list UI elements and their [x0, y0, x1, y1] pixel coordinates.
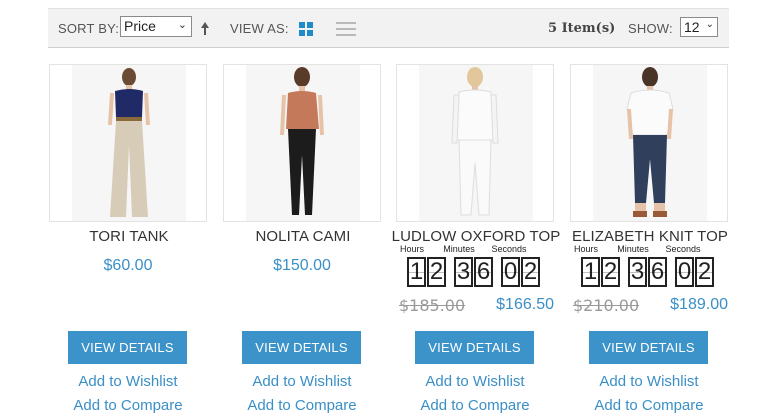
countdown-digit: 2 — [601, 257, 620, 287]
show-label: SHOW: — [628, 21, 673, 36]
special-price: $166.50 — [496, 296, 554, 313]
countdown-seconds-label: Seconds — [665, 244, 701, 254]
countdown-digit: 2 — [427, 257, 446, 287]
product-card-nolita-cami: NOLITA CAMI $150.00 VIEW DETAILS Add to … — [223, 64, 383, 414]
sort-by-select[interactable]: Price ⌄ — [120, 16, 192, 37]
show-limit-value: 12 — [684, 19, 700, 35]
countdown-hours-label: Hours — [399, 244, 424, 254]
countdown-digit: 0 — [675, 257, 694, 287]
countdown-minutes-label: Minutes — [443, 244, 475, 254]
toolbar: SORT BY: Price ⌄ VIEW AS: 5 Item(s) SHOW… — [48, 8, 729, 48]
countdown-timer: Hours Minutes Seconds 1 2 3 6 0 2 — [400, 244, 554, 287]
chevron-down-icon: ⌄ — [177, 19, 187, 31]
sort-by-label: SORT BY: — [58, 21, 120, 36]
chevron-down-icon: ⌄ — [705, 19, 714, 30]
view-as-label: VIEW AS: — [230, 21, 289, 36]
view-details-button[interactable]: VIEW DETAILS — [589, 331, 708, 364]
item-count: 5 Item(s) — [548, 21, 616, 36]
product-card-elizabeth-knit-top: ELIZABETH KNIT TOP Hours Minutes Seconds… — [570, 64, 730, 414]
view-details-button[interactable]: VIEW DETAILS — [415, 331, 534, 364]
countdown-digit: 1 — [581, 257, 600, 287]
add-to-compare-link[interactable]: Add to Compare — [39, 397, 217, 414]
countdown-digit: 3 — [454, 257, 473, 287]
product-image[interactable] — [396, 64, 554, 222]
countdown-digit: 2 — [521, 257, 540, 287]
add-to-wishlist-link[interactable]: Add to Wishlist — [39, 373, 217, 390]
product-price: $60.00 — [103, 257, 153, 274]
grid-icon[interactable] — [299, 22, 313, 36]
product-name[interactable]: ELIZABETH KNIT TOP — [560, 228, 740, 245]
countdown-digit: 2 — [695, 257, 714, 287]
add-to-compare-link[interactable]: Add to Compare — [386, 397, 564, 414]
product-image[interactable] — [223, 64, 381, 222]
sort-by-value: Price — [124, 18, 156, 34]
product-card-tori-tank: TORI TANK $60.00 VIEW DETAILS Add to Wis… — [49, 64, 209, 414]
add-to-compare-link[interactable]: Add to Compare — [560, 397, 738, 414]
product-name[interactable]: LUDLOW OXFORD TOP — [386, 228, 566, 245]
arrow-up-icon[interactable] — [200, 20, 210, 36]
countdown-timer: Hours Minutes Seconds 1 2 3 6 0 2 — [574, 244, 728, 287]
add-to-wishlist-link[interactable]: Add to Wishlist — [560, 373, 738, 390]
product-name[interactable]: NOLITA CAMI — [213, 228, 393, 245]
product-card-ludlow-oxford-top: LUDLOW OXFORD TOP Hours Minutes Seconds … — [392, 64, 560, 414]
old-price: $185.00 — [399, 296, 466, 315]
product-name[interactable]: TORI TANK — [39, 228, 219, 245]
add-to-wishlist-link[interactable]: Add to Wishlist — [213, 373, 391, 390]
view-details-button[interactable]: VIEW DETAILS — [242, 331, 361, 364]
countdown-seconds-label: Seconds — [491, 244, 527, 254]
countdown-hours-label: Hours — [573, 244, 598, 254]
old-price: $210.00 — [573, 296, 640, 315]
add-to-compare-link[interactable]: Add to Compare — [213, 397, 391, 414]
countdown-digit: 0 — [501, 257, 520, 287]
product-price: $150.00 — [273, 257, 331, 274]
countdown-minutes-label: Minutes — [617, 244, 649, 254]
product-image[interactable] — [570, 64, 728, 222]
countdown-digit: 3 — [628, 257, 647, 287]
add-to-wishlist-link[interactable]: Add to Wishlist — [386, 373, 564, 390]
countdown-digit: 6 — [474, 257, 493, 287]
special-price: $189.00 — [670, 296, 728, 313]
view-details-button[interactable]: VIEW DETAILS — [68, 331, 187, 364]
countdown-digit: 6 — [648, 257, 667, 287]
show-limit-select[interactable]: 12 ⌄ — [680, 17, 718, 37]
list-icon[interactable] — [336, 21, 356, 37]
countdown-digit: 1 — [407, 257, 426, 287]
product-image[interactable] — [49, 64, 207, 222]
